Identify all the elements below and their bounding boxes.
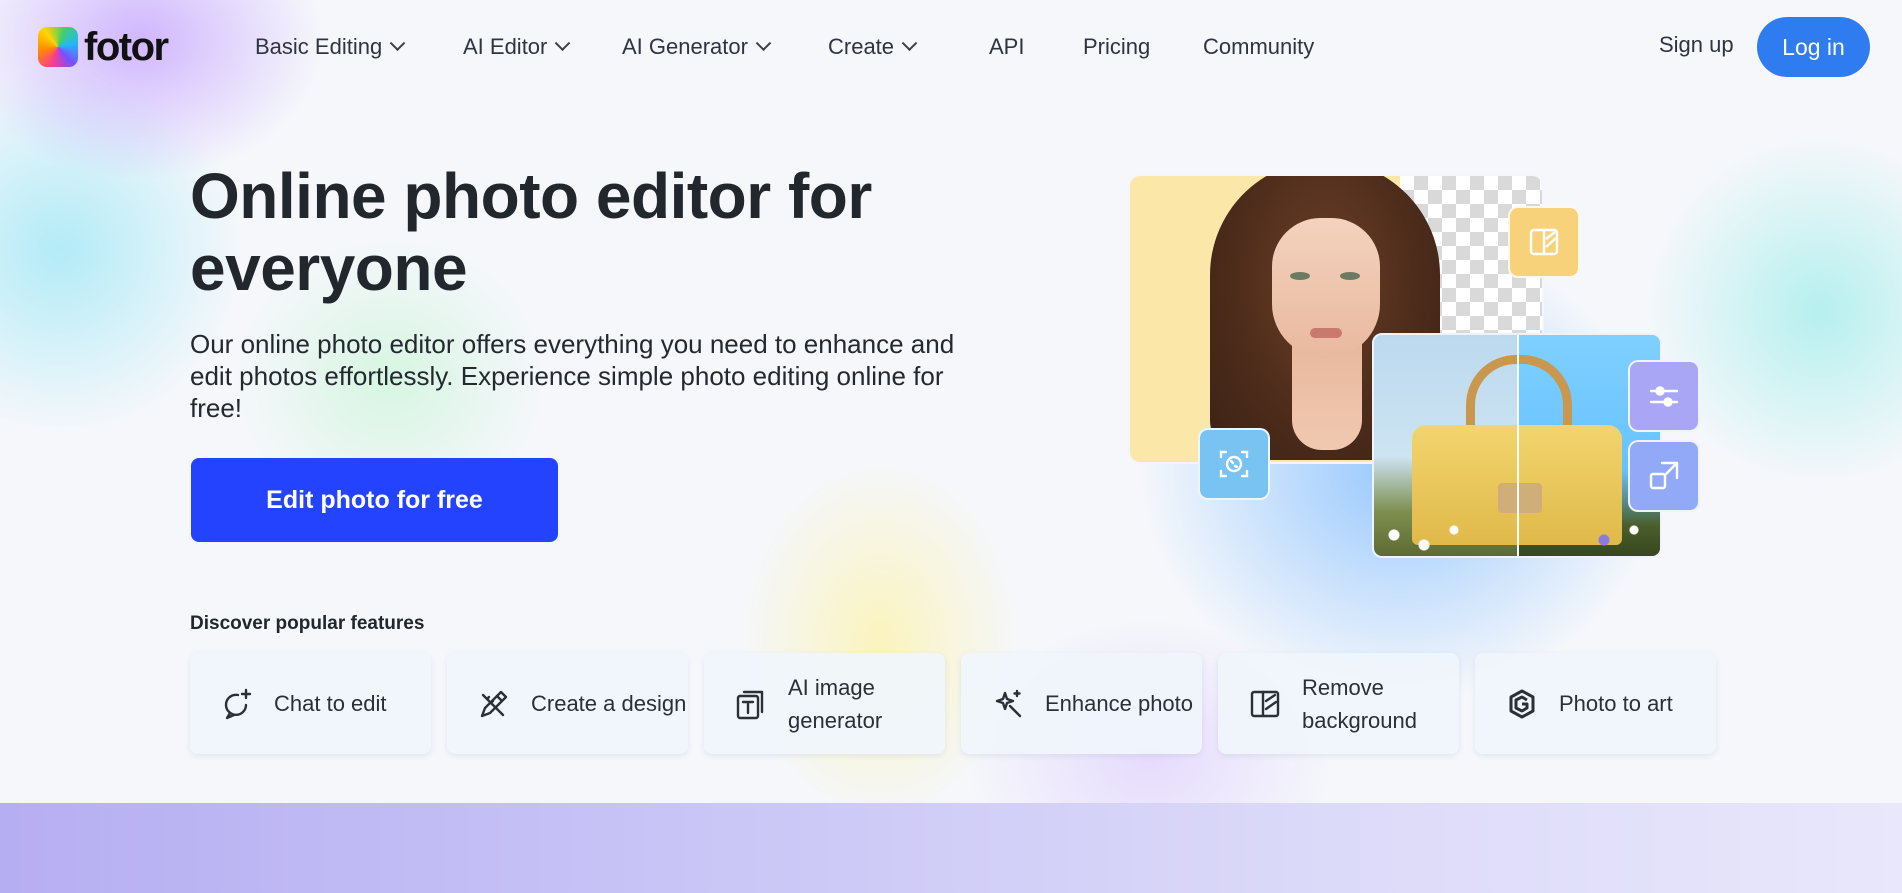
discover-features-heading: Discover popular features [190, 613, 425, 634]
edit-photo-for-free-button[interactable]: Edit photo for free [191, 458, 558, 542]
next-section-band [0, 803, 1902, 893]
pencil-ruler-icon [480, 690, 508, 717]
chevron-down-icon [555, 34, 571, 51]
feature-chat-to-edit[interactable]: Chat to edit [190, 653, 431, 754]
hero-illustration [1128, 148, 1708, 563]
chat-sparkle-icon [224, 688, 252, 719]
nav-api[interactable]: API [989, 32, 1024, 62]
nav-label: Create [828, 34, 895, 59]
fotor-logo[interactable]: fotor [38, 24, 169, 70]
nav-create[interactable]: Create [828, 32, 918, 62]
feature-label: Create a design [531, 691, 687, 716]
feature-ai-image-generator[interactable]: AI image generator [704, 653, 945, 754]
feature-label: Photo to art [1559, 691, 1673, 716]
feature-create-a-design[interactable]: Create a design [447, 653, 688, 754]
adjust-sliders-icon [1628, 360, 1700, 432]
remove-bg-icon [1250, 690, 1280, 717]
fotor-logo-icon [38, 27, 78, 67]
feature-label: Enhance photo [1045, 691, 1194, 716]
nav-basic-editing[interactable]: Basic Editing [255, 32, 406, 62]
feature-label: AI image generator [788, 674, 883, 733]
remove-bg-icon [1508, 206, 1580, 278]
chevron-down-icon [901, 34, 918, 51]
nav-label: Pricing [1083, 34, 1151, 59]
feature-enhance-photo[interactable]: Enhance photo [961, 653, 1202, 754]
ai-image-icon [736, 690, 764, 719]
nav-pricing[interactable]: Pricing [1083, 32, 1150, 62]
nav-ai-editor[interactable]: AI Editor [463, 32, 571, 62]
nav-label: AI Editor [463, 34, 548, 59]
nav-label: AI Generator [622, 34, 748, 59]
feature-label: Chat to edit [274, 691, 387, 716]
nav-community[interactable]: Community [1203, 32, 1314, 62]
resize-expand-icon [1628, 440, 1700, 512]
chevron-down-icon [389, 34, 406, 51]
feature-remove-background[interactable]: Remove background [1218, 653, 1459, 754]
hero-title: Online photo editor for everyone [190, 160, 872, 304]
nav-label: Community [1203, 34, 1315, 59]
nav-label: Basic Editing [255, 34, 383, 59]
hero-description: Our online photo editor offers everythin… [190, 329, 955, 423]
popular-features-list: Chat to edit Create a design AI image ge… [190, 653, 1716, 754]
fotor-logo-text: fotor [84, 25, 169, 69]
nav-label: API [989, 34, 1025, 59]
feature-label: Remove background [1302, 674, 1417, 733]
log-in-button[interactable]: Log in [1757, 17, 1870, 77]
feature-photo-to-art[interactable]: Photo to art [1475, 653, 1716, 754]
sign-up-link[interactable]: Sign up [1659, 32, 1734, 58]
handbag-card [1372, 333, 1662, 558]
top-navigation: fotor Basic Editing AI Editor AI Generat… [0, 0, 1902, 95]
magic-sparkle-icon [995, 689, 1022, 717]
photo-art-icon [1509, 689, 1535, 718]
chevron-down-icon [755, 34, 772, 51]
nav-ai-generator[interactable]: AI Generator [622, 32, 772, 62]
before-after-divider [1517, 335, 1519, 556]
retouch-icon [1198, 428, 1270, 500]
